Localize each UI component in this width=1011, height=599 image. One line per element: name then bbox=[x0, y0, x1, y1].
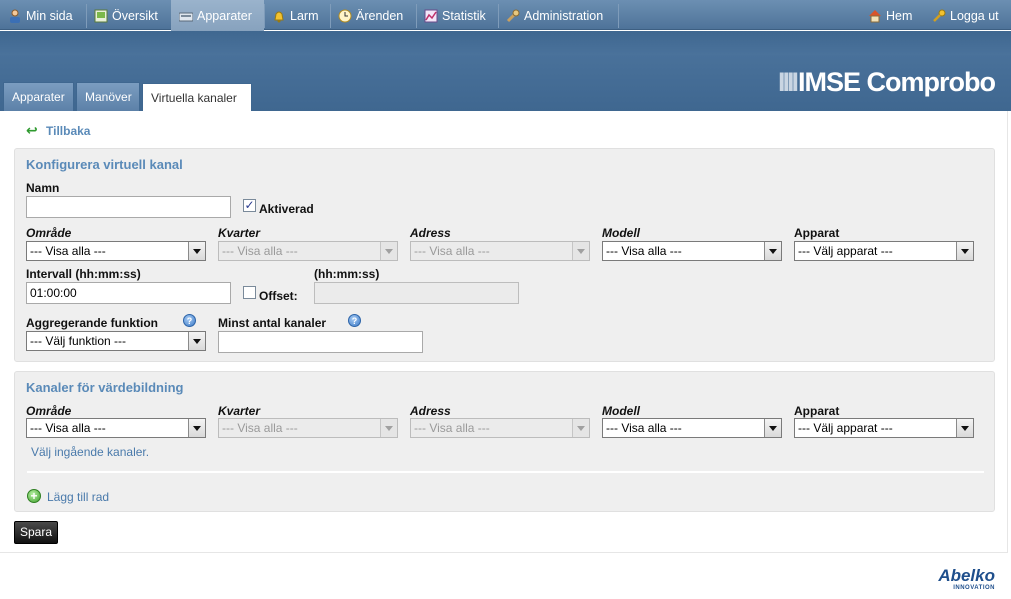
brand-logo: IIIIIMSE Comprobo bbox=[777, 67, 996, 97]
nav-administration[interactable]: Administration bbox=[498, 0, 618, 33]
chevron-down-icon bbox=[956, 419, 973, 437]
ch-filter-modell-label: Modell bbox=[602, 404, 640, 418]
channels-hint: Välj ingående kanaler. bbox=[31, 445, 150, 459]
offset-format-label: (hh:mm:ss) bbox=[314, 267, 380, 281]
ch-filter-omrade-select[interactable]: --- Visa alla --- bbox=[26, 418, 206, 438]
chevron-down-icon bbox=[188, 332, 205, 350]
chevron-down-icon bbox=[188, 242, 205, 260]
wrench-icon bbox=[506, 9, 520, 23]
nav-arenden[interactable]: Ärenden bbox=[330, 0, 416, 33]
config-panel: Konfigurera virtuell kanal Namn ✓ Aktive… bbox=[14, 148, 995, 362]
nav-hem[interactable]: Hem bbox=[860, 0, 922, 33]
filter-omrade-select[interactable]: --- Visa alla --- bbox=[26, 241, 206, 261]
interval-input[interactable]: 01:00:00 bbox=[26, 282, 231, 304]
tab-virtuella-kanaler[interactable]: Virtuella kanaler bbox=[142, 83, 252, 112]
filter-apparat-label: Apparat bbox=[794, 226, 840, 240]
abelko-logo: Abelko INNOVATION bbox=[938, 566, 995, 591]
nav-larm[interactable]: Larm bbox=[264, 0, 330, 33]
filter-kvarter-select[interactable]: --- Visa alla --- bbox=[218, 241, 398, 261]
nav-logga-ut[interactable]: Logga ut bbox=[924, 0, 1008, 33]
activated-label: Aktiverad bbox=[259, 202, 314, 216]
min-channels-label: Minst antal kanaler bbox=[218, 316, 327, 330]
alarm-bell-icon bbox=[272, 9, 286, 23]
ch-filter-omrade-label: Område bbox=[26, 404, 72, 418]
agg-select[interactable]: --- Välj funktion --- bbox=[26, 331, 206, 351]
filter-adress-label: Adress bbox=[410, 226, 451, 240]
activated-checkbox[interactable]: ✓ bbox=[243, 199, 256, 212]
chevron-down-icon bbox=[956, 242, 973, 260]
chevron-down-icon bbox=[764, 242, 781, 260]
ch-filter-adress-label: Adress bbox=[410, 404, 451, 418]
chevron-down-icon bbox=[572, 419, 589, 437]
device-icon bbox=[179, 9, 193, 23]
filter-adress-select[interactable]: --- Visa alla --- bbox=[410, 241, 590, 261]
key-icon bbox=[932, 9, 946, 23]
back-link[interactable]: ↩ Tillbaka bbox=[26, 122, 90, 138]
filter-modell-label: Modell bbox=[602, 226, 640, 240]
panel-divider bbox=[27, 471, 984, 473]
add-row-link[interactable]: + Lägg till rad bbox=[27, 489, 109, 504]
user-icon bbox=[8, 9, 22, 23]
nav-statistik[interactable]: Statistik bbox=[416, 0, 498, 33]
filter-kvarter-label: Kvarter bbox=[218, 226, 261, 240]
overview-icon bbox=[94, 9, 108, 23]
channels-panel-title: Kanaler för värdebildning bbox=[26, 380, 184, 395]
chevron-down-icon bbox=[188, 419, 205, 437]
ch-filter-apparat-label: Apparat bbox=[794, 404, 840, 418]
add-icon: + bbox=[27, 489, 41, 503]
channels-panel: Kanaler för värdebildning Område --- Vis… bbox=[14, 371, 995, 512]
offset-checkbox[interactable] bbox=[243, 286, 256, 299]
chevron-down-icon bbox=[764, 419, 781, 437]
agg-help-icon[interactable]: ? bbox=[183, 314, 196, 327]
filter-modell-select[interactable]: --- Visa alla --- bbox=[602, 241, 782, 261]
nav-min-sida[interactable]: Min sida bbox=[0, 0, 86, 33]
back-arrow-icon: ↩ bbox=[26, 122, 38, 138]
ch-filter-kvarter-select[interactable]: --- Visa alla --- bbox=[218, 418, 398, 438]
tab-manover[interactable]: Manöver bbox=[76, 82, 140, 111]
home-icon bbox=[868, 9, 882, 23]
offset-label: Offset: bbox=[259, 289, 298, 303]
nav-oversikt[interactable]: Översikt bbox=[86, 0, 170, 33]
chevron-down-icon bbox=[380, 242, 397, 260]
top-navigation: Min sida Översikt Apparater Larm Ärenden… bbox=[0, 0, 1011, 33]
offset-input[interactable] bbox=[314, 282, 519, 304]
name-label: Namn bbox=[26, 181, 60, 195]
config-panel-title: Konfigurera virtuell kanal bbox=[26, 157, 183, 172]
name-input[interactable] bbox=[26, 196, 231, 218]
ch-filter-kvarter-label: Kvarter bbox=[218, 404, 261, 418]
chart-icon bbox=[424, 9, 438, 23]
filter-apparat-select[interactable]: --- Välj apparat --- bbox=[794, 241, 974, 261]
save-button[interactable]: Spara bbox=[14, 521, 58, 544]
ch-filter-modell-select[interactable]: --- Visa alla --- bbox=[602, 418, 782, 438]
ch-filter-adress-select[interactable]: --- Visa alla --- bbox=[410, 418, 590, 438]
min-channels-help-icon[interactable]: ? bbox=[348, 314, 361, 327]
agg-label: Aggregerande funktion bbox=[26, 316, 159, 330]
min-channels-input[interactable] bbox=[218, 331, 423, 353]
nav-apparater[interactable]: Apparater bbox=[171, 0, 264, 33]
filter-omrade-label: Område bbox=[26, 226, 72, 240]
chevron-down-icon bbox=[572, 242, 589, 260]
ch-filter-apparat-select[interactable]: --- Välj apparat --- bbox=[794, 418, 974, 438]
chevron-down-icon bbox=[380, 419, 397, 437]
interval-label: Intervall (hh:mm:ss) bbox=[26, 267, 141, 281]
main-content: ↩ Tillbaka Konfigurera virtuell kanal Na… bbox=[0, 111, 1008, 553]
tab-apparater[interactable]: Apparater bbox=[3, 82, 74, 111]
clock-icon bbox=[338, 9, 352, 23]
